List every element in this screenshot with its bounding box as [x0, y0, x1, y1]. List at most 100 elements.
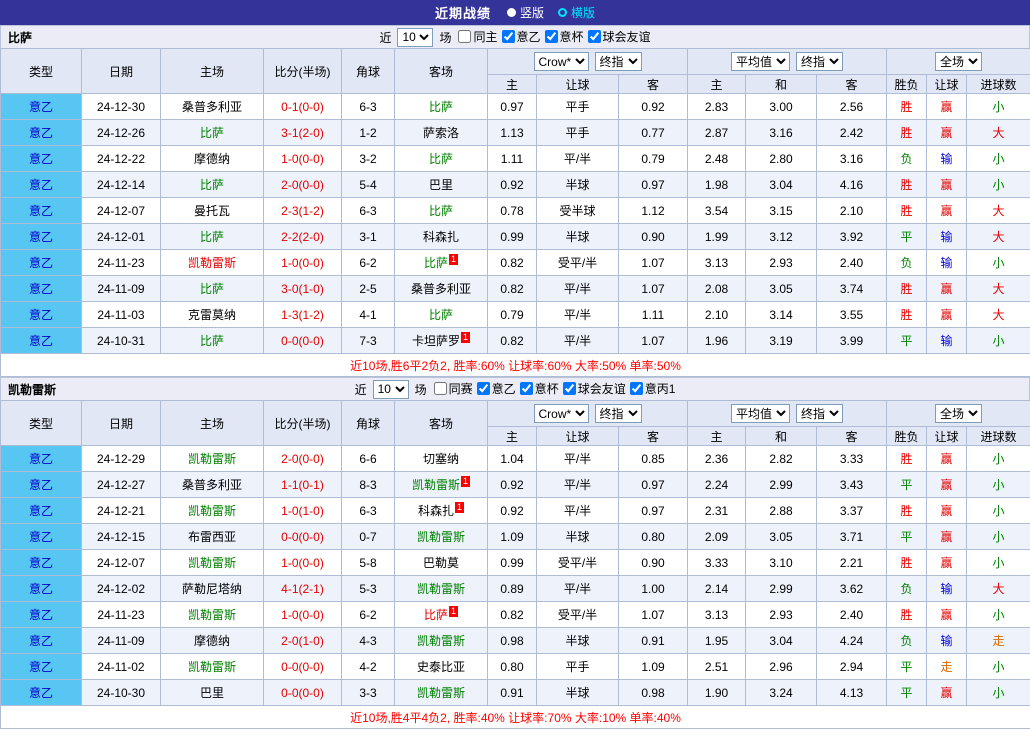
near-label: 近 — [379, 29, 391, 46]
home-team-cell: 比萨 — [161, 172, 264, 198]
filter-option-同赛[interactable]: 同赛 — [434, 380, 473, 397]
corners-cell: 5-8 — [342, 550, 395, 576]
filter-option-球会友谊[interactable]: 球会友谊 — [563, 380, 626, 397]
result-handicap-cell: 赢 — [927, 302, 967, 328]
result-handicap-cell: 走 — [927, 654, 967, 680]
avg-odds-cell: 3.99 — [817, 328, 887, 354]
result-outcome-cell: 平 — [887, 328, 927, 354]
date-cell: 24-11-09 — [82, 276, 161, 302]
final-odds-select-2[interactable]: 终指 — [796, 404, 843, 423]
match-scope-select[interactable]: 全场 — [935, 52, 982, 71]
result-outcome-cell: 负 — [887, 146, 927, 172]
home-team-cell: 萨勒尼塔纳 — [161, 576, 264, 602]
filter-option-意乙[interactable]: 意乙 — [477, 380, 516, 397]
result-handicap-cell: 赢 — [927, 120, 967, 146]
match-scope-select[interactable]: 全场 — [935, 404, 982, 423]
odds-cell: 平/半 — [537, 302, 619, 328]
date-cell: 24-10-30 — [82, 680, 161, 706]
radio-unselected-icon — [558, 8, 567, 17]
result-outcome-cell: 胜 — [887, 198, 927, 224]
league-checkbox[interactable] — [434, 382, 447, 395]
result-outcome-cell: 负 — [887, 576, 927, 602]
league-checkbox[interactable] — [520, 382, 533, 395]
sub-col-header: 客 — [817, 427, 887, 446]
avg-odds-cell: 2.31 — [688, 498, 746, 524]
away-team-cell: 科森扎1 — [395, 498, 488, 524]
league-cell: 意乙 — [1, 550, 82, 576]
match-row: 意乙24-11-09摩德纳2-0(1-0)4-3凯勒雷斯0.98半球0.911.… — [1, 628, 1030, 654]
league-cell: 意乙 — [1, 146, 82, 172]
team-name-text: 卡坦萨罗 — [412, 334, 460, 348]
odds-cell: 半球 — [537, 172, 619, 198]
league-checkbox[interactable] — [545, 30, 558, 43]
final-odds-select[interactable]: 终指 — [595, 404, 642, 423]
sub-col-header: 和 — [746, 427, 817, 446]
filter-option-意乙[interactable]: 意乙 — [502, 28, 541, 45]
away-team-cell: 比萨 — [395, 198, 488, 224]
team-name-text: 比萨 — [424, 256, 448, 270]
team-name-text: 比萨 — [429, 308, 453, 322]
bookmaker-select[interactable]: Crow* — [534, 52, 589, 71]
avg-odds-cell: 3.05 — [746, 524, 817, 550]
avg-odds-cell: 3.12 — [746, 224, 817, 250]
league-checkbox[interactable] — [458, 30, 471, 43]
final-odds-select-2[interactable]: 终指 — [796, 52, 843, 71]
avg-odds-cell: 3.37 — [817, 498, 887, 524]
corners-cell: 2-5 — [342, 276, 395, 302]
checkbox-label: 同赛 — [449, 380, 473, 397]
team-name-text: 比萨 — [429, 152, 453, 166]
red-card-badge: 1 — [455, 502, 464, 513]
bookmaker-select[interactable]: Crow* — [534, 404, 589, 423]
radio-horizontal-layout[interactable]: 横版 — [558, 4, 595, 21]
filter-option-意杯[interactable]: 意杯 — [545, 28, 584, 45]
odds-cell: 平/半 — [537, 472, 619, 498]
filter-option-球会友谊[interactable]: 球会友谊 — [588, 28, 651, 45]
team-name-text: 凯勒雷斯 — [417, 582, 465, 596]
avg-odds-cell: 3.10 — [746, 550, 817, 576]
team-name-text: 凯勒雷斯 — [188, 452, 236, 466]
league-cell: 意乙 — [1, 472, 82, 498]
league-cell: 意乙 — [1, 250, 82, 276]
result-goals-cell: 大 — [967, 120, 1030, 146]
col-header: 角球 — [342, 401, 395, 446]
date-cell: 24-11-03 — [82, 302, 161, 328]
match-count-select[interactable]: 10 — [397, 28, 433, 47]
team-name-text: 凯勒雷斯 — [188, 660, 236, 674]
sub-col-header: 进球数 — [967, 427, 1030, 446]
league-checkbox[interactable] — [588, 30, 601, 43]
league-checkbox[interactable] — [630, 382, 643, 395]
score-cell: 2-0(0-0) — [264, 172, 342, 198]
match-row: 意乙24-11-09比萨3-0(1-0)2-5桑普多利亚0.82平/半1.072… — [1, 276, 1030, 302]
odds-cell: 0.91 — [619, 628, 688, 654]
corners-cell: 5-3 — [342, 576, 395, 602]
sub-col-header: 让球 — [927, 75, 967, 94]
league-checkbox[interactable] — [502, 30, 515, 43]
team-name-text: 凯勒雷斯 — [188, 256, 236, 270]
filter-option-同主[interactable]: 同主 — [458, 28, 497, 45]
date-cell: 24-12-15 — [82, 524, 161, 550]
odds-cell: 平/半 — [537, 276, 619, 302]
filter-checkboxes: 同赛意乙意杯球会友谊意丙1 — [430, 380, 676, 398]
filter-option-意杯[interactable]: 意杯 — [520, 380, 559, 397]
final-odds-select[interactable]: 终指 — [595, 52, 642, 71]
corners-cell: 8-3 — [342, 472, 395, 498]
match-row: 意乙24-12-21凯勒雷斯1-0(1-0)6-3科森扎10.92平/半0.97… — [1, 498, 1030, 524]
filter-option-意丙1[interactable]: 意丙1 — [630, 380, 676, 397]
radio-vertical-layout[interactable]: 竖版 — [507, 4, 544, 21]
league-checkbox[interactable] — [563, 382, 576, 395]
date-cell: 24-10-31 — [82, 328, 161, 354]
match-row: 意乙24-11-23凯勒雷斯1-0(0-0)6-2比萨10.82受平/半1.07… — [1, 250, 1030, 276]
league-checkbox[interactable] — [477, 382, 490, 395]
avg-odds-cell: 2.21 — [817, 550, 887, 576]
score-cell: 2-0(0-0) — [264, 446, 342, 472]
sub-col-header: 胜负 — [887, 75, 927, 94]
odds-cell: 0.80 — [619, 524, 688, 550]
average-select[interactable]: 平均值 — [731, 52, 790, 71]
match-row: 意乙24-12-30桑普多利亚0-1(0-0)6-3比萨0.97平手0.922.… — [1, 94, 1030, 120]
col-header: 比分(半场) — [264, 401, 342, 446]
team-name-text: 萨勒尼塔纳 — [182, 582, 242, 596]
league-cell: 意乙 — [1, 602, 82, 628]
odds-cell: 0.92 — [488, 498, 537, 524]
average-select[interactable]: 平均值 — [731, 404, 790, 423]
match-count-select[interactable]: 10 — [373, 380, 409, 399]
